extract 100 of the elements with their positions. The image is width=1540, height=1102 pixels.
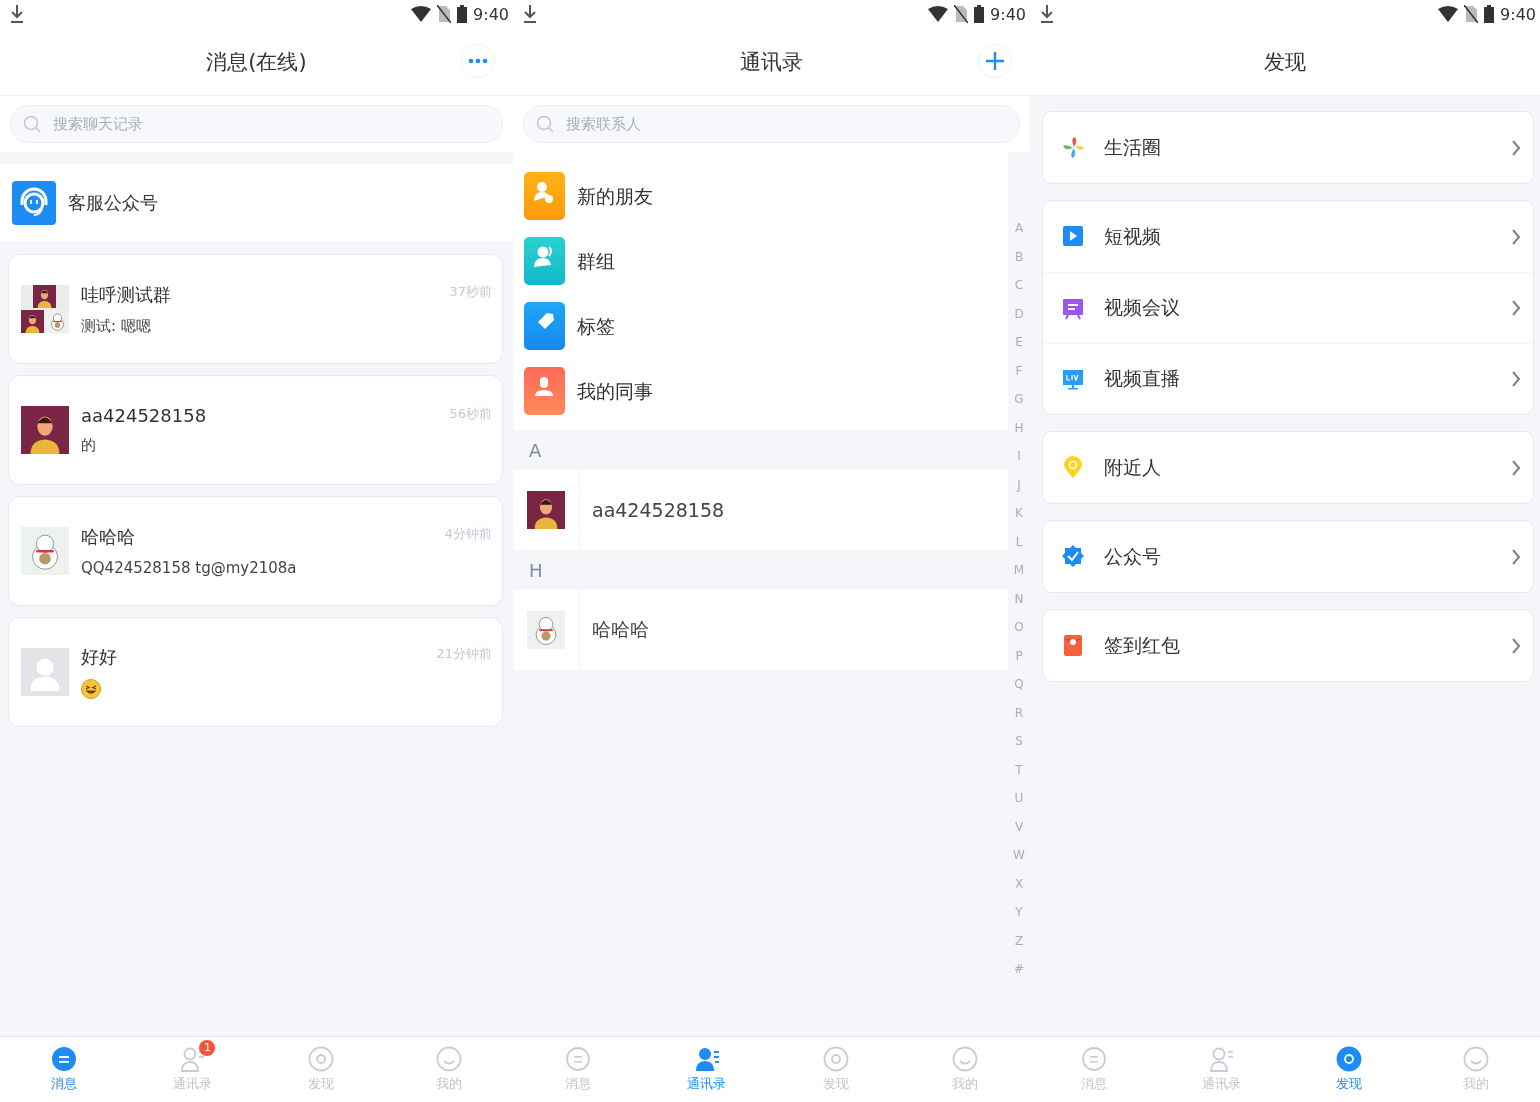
tab-bar-item[interactable]: 通讯录 <box>1157 1037 1285 1102</box>
index-letter[interactable]: N <box>1012 584 1026 613</box>
chevron-right-icon <box>1511 637 1521 654</box>
discover-menu-row[interactable]: 签到红包 <box>1043 610 1533 681</box>
verified-badge-icon <box>1062 545 1084 568</box>
index-letter[interactable]: D <box>1012 299 1026 328</box>
contact-row[interactable]: aa424528158 <box>513 470 1008 550</box>
chevron-right-icon <box>1511 459 1521 476</box>
discover-menu-row[interactable]: 短视频 <box>1043 201 1533 272</box>
index-letter[interactable]: W <box>1012 841 1026 870</box>
pinned-chat-row[interactable]: 客服公众号 <box>0 164 513 241</box>
index-letter[interactable]: U <box>1012 784 1026 813</box>
tab-bar-item[interactable]: 我的 <box>1412 1037 1540 1102</box>
contact-menu-row[interactable]: 标签 <box>524 294 1008 359</box>
index-letter[interactable]: T <box>1012 755 1026 784</box>
tab-bar-item[interactable]: 发现 <box>256 1037 385 1102</box>
avatar-image <box>527 491 565 529</box>
index-letter[interactable]: M <box>1012 556 1026 585</box>
status-time: 9:40 <box>990 4 1026 24</box>
discover-menu-row[interactable]: 附近人 <box>1043 432 1533 503</box>
index-letter[interactable]: X <box>1012 869 1026 898</box>
tab-bar-item[interactable]: 消息 <box>513 1037 643 1102</box>
notification-badge: 1 <box>199 1040 216 1056</box>
tab-bar-item[interactable]: 消息 <box>0 1037 129 1102</box>
chat-card[interactable]: 好好 21分钟前 <box>8 617 503 727</box>
index-letter[interactable]: P <box>1012 641 1026 670</box>
contact-menu-row[interactable]: 我的同事 <box>524 359 1008 424</box>
search-field[interactable]: 搜索聊天记录 <box>10 105 503 143</box>
compass-icon <box>1335 1046 1362 1072</box>
avatar-image <box>21 648 69 696</box>
section-letter: H <box>528 558 544 583</box>
search-field[interactable]: 搜索联系人 <box>523 105 1020 143</box>
index-letter[interactable]: F <box>1012 356 1026 385</box>
section-letter: A <box>528 438 543 463</box>
tab-bar-item[interactable]: 发现 <box>1285 1037 1413 1102</box>
tab-bar-item[interactable]: 我的 <box>900 1037 1030 1102</box>
discover-menu-row[interactable]: 生活圈 <box>1043 112 1533 183</box>
chat-time: 37秒前 <box>449 282 492 301</box>
wifi-icon <box>1438 6 1459 22</box>
contact-menu-row[interactable]: 群组 <box>524 229 1008 294</box>
person-add-icon <box>524 171 565 222</box>
index-letter[interactable]: K <box>1012 499 1026 528</box>
index-letter[interactable]: Z <box>1012 926 1026 955</box>
discover-menu-row[interactable]: 公众号 <box>1043 521 1533 592</box>
chat-name: 哈哈哈 <box>81 525 136 549</box>
tab-bar-item[interactable]: 消息 <box>1030 1037 1158 1102</box>
index-letter[interactable]: G <box>1012 385 1026 414</box>
envelope-icon <box>1062 634 1084 657</box>
chat-name: 哇呼测试群 <box>81 282 172 307</box>
contact-menu-row[interactable]: 新的朋友 <box>524 164 1008 229</box>
index-letter[interactable]: Q <box>1012 670 1026 699</box>
smile-icon <box>1463 1046 1490 1072</box>
avatar-image <box>21 406 69 454</box>
chat-time: 21分钟前 <box>436 645 492 663</box>
tab-bar-item[interactable]: 通讯录 <box>642 1037 772 1102</box>
screen-title: 发现 <box>1264 48 1306 76</box>
chat-card[interactable]: 哇呼测试群 37秒前 测试: 嗯嗯 <box>8 254 503 364</box>
chat-name: aa424528158 <box>81 405 208 426</box>
index-letter[interactable]: A <box>1012 214 1026 243</box>
index-letter[interactable]: B <box>1012 242 1026 271</box>
more-button[interactable] <box>461 44 495 78</box>
contacts-icon <box>693 1046 720 1072</box>
avatar-image <box>527 611 565 649</box>
search-icon <box>23 115 41 133</box>
index-letter[interactable]: R <box>1012 698 1026 727</box>
index-letter[interactable]: Y <box>1012 898 1026 927</box>
index-letter[interactable]: C <box>1012 271 1026 300</box>
chat-card[interactable]: aa424528158 56秒前 的 <box>8 375 503 485</box>
index-letter[interactable]: E <box>1012 328 1026 357</box>
contact-row[interactable]: 哈哈哈 <box>513 590 1008 670</box>
index-letter[interactable]: S <box>1012 727 1026 756</box>
avatar-image <box>21 285 69 333</box>
chat-icon <box>564 1046 591 1072</box>
presentation-icon <box>1062 296 1084 320</box>
index-letter[interactable]: H <box>1012 413 1026 442</box>
index-letter[interactable]: # <box>1012 955 1026 984</box>
play-icon <box>1062 225 1084 248</box>
index-letter[interactable]: O <box>1012 613 1026 642</box>
discover-menu-row[interactable]: 视频会议 <box>1043 272 1533 343</box>
chat-name: 客服公众号 <box>68 190 158 215</box>
index-letter[interactable]: J <box>1012 470 1026 499</box>
no-sim-icon <box>1464 5 1479 23</box>
chat-icon <box>1080 1046 1107 1072</box>
chat-card[interactable]: 哈哈哈 4分钟前 QQ424528158 tg@my2108a <box>8 496 503 606</box>
person-icon <box>524 366 565 417</box>
download-icon <box>1040 4 1054 24</box>
discover-menu-row[interactable]: 视频直播 <box>1043 343 1533 414</box>
tab-bar-item[interactable]: 发现 <box>771 1037 901 1102</box>
chat-name: 好好 <box>81 645 118 669</box>
tab-bar-item[interactable]: 1 通讯录 <box>128 1037 257 1102</box>
smile-icon <box>435 1046 462 1072</box>
index-letter[interactable]: L <box>1012 527 1026 556</box>
tab-bar-item[interactable]: 我的 <box>384 1037 513 1102</box>
chevron-right-icon <box>1511 548 1521 565</box>
message-preview: 的 <box>81 436 97 455</box>
chevron-right-icon <box>1511 300 1521 316</box>
battery-icon <box>457 5 468 23</box>
download-icon <box>523 4 537 24</box>
add-button[interactable] <box>978 44 1012 78</box>
index-letter[interactable]: V <box>1012 812 1026 841</box>
